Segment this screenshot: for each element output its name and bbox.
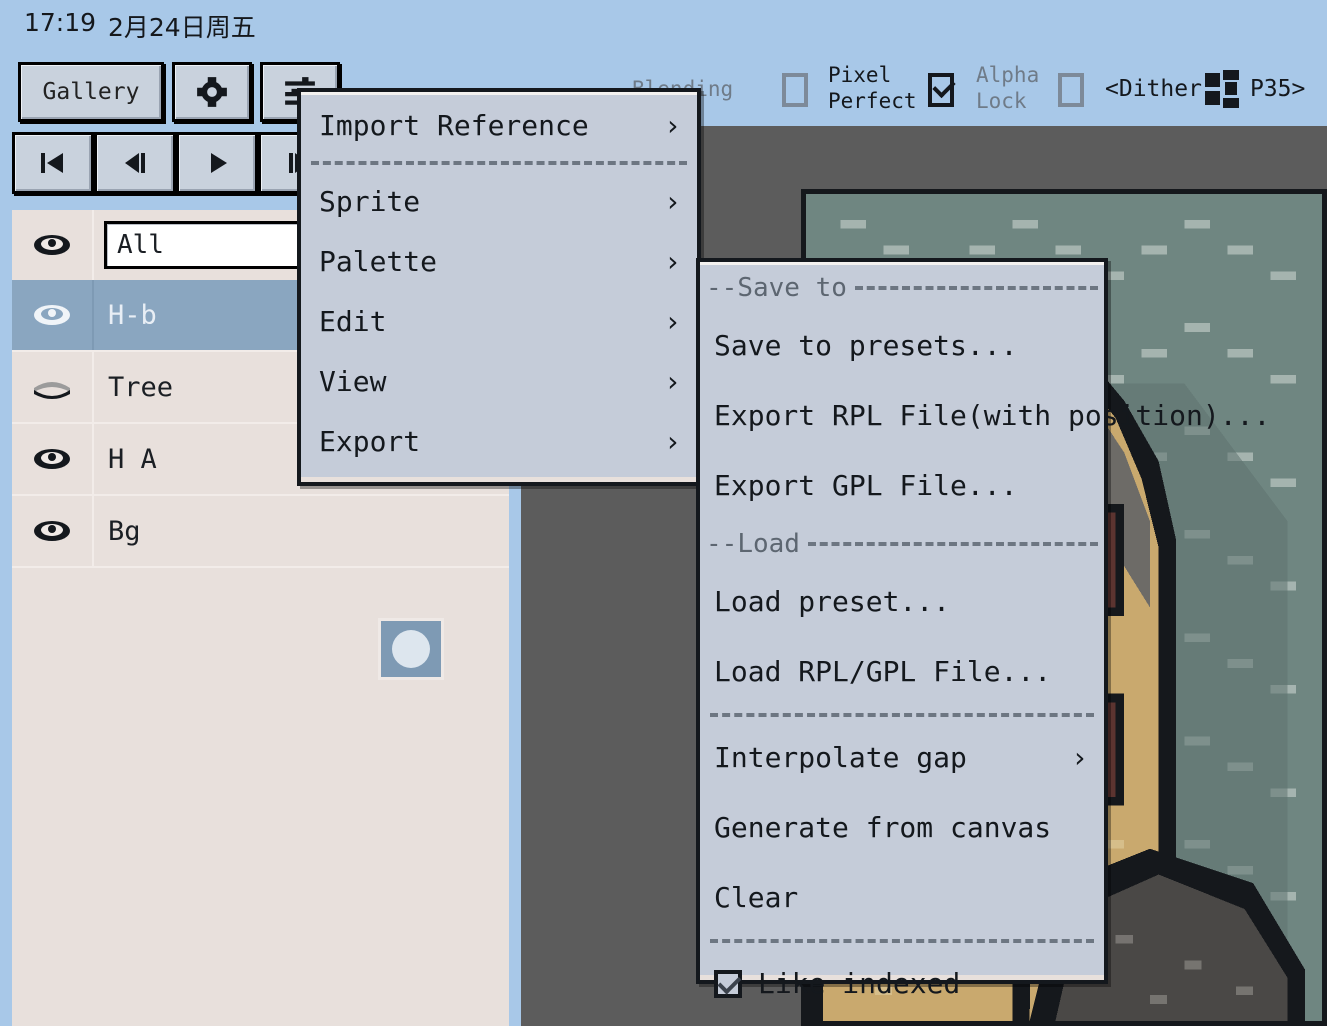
first-frame-button[interactable] (12, 132, 94, 194)
dither-label: Dither (1119, 76, 1202, 102)
menu-item-clear[interactable]: Clear (700, 863, 1104, 933)
chevron-right-icon: › (1071, 737, 1088, 779)
menu-separator (710, 713, 1094, 717)
menu-item-like-indexed[interactable]: Like indexed (700, 949, 1104, 1019)
menu-item-load-preset[interactable]: Load preset... (700, 567, 1104, 637)
menu-section-label: Load (737, 529, 800, 559)
chevron-right-icon: › (664, 365, 681, 398)
status-bar: 17:19 2月24日周五 (0, 0, 1327, 48)
menu-item-label: Interpolate gap (714, 737, 967, 779)
eye-open-icon (30, 518, 74, 544)
menu-separator (311, 161, 687, 165)
status-clock: 17:19 (24, 8, 96, 37)
play-button[interactable] (176, 132, 258, 194)
layer-name: Bg (94, 516, 141, 547)
pixel-perfect-checkbox[interactable] (928, 73, 954, 107)
main-dropdown-menu[interactable]: Import Reference › Sprite › Palette › Ed… (297, 88, 701, 486)
menu-item-export-rpl-file[interactable]: Export RPL File(with position)... (700, 381, 1104, 451)
dither-next-arrow[interactable]: > (1292, 76, 1306, 102)
gallery-button[interactable]: Gallery (18, 62, 164, 122)
eye-closed-icon (30, 374, 74, 400)
status-date: 2月24日周五 (108, 8, 256, 44)
like-indexed-checkbox[interactable] (714, 970, 742, 998)
chevron-right-icon: › (664, 245, 681, 278)
menu-item-label: Generate from canvas (714, 807, 1051, 849)
menu-item-interpolate-gap[interactable]: Interpolate gap › (700, 723, 1104, 793)
chevron-right-icon: › (664, 185, 681, 218)
menu-section-save-to: -- Save to (700, 265, 1104, 311)
menu-section-load: -- Load (700, 521, 1104, 567)
menu-item-import-reference[interactable]: Import Reference › (301, 95, 697, 155)
menu-item-label: Edit (319, 305, 386, 338)
gear-icon (195, 75, 229, 109)
menu-item-save-to-presets[interactable]: Save to presets... (700, 311, 1104, 381)
menu-item-generate-from-canvas[interactable]: Generate from canvas (700, 793, 1104, 863)
palette-submenu[interactable]: -- Save to Save to presets... Export RPL… (696, 258, 1108, 984)
eye-open-icon (30, 232, 74, 258)
menu-item-label: Export RPL File(with position)... (714, 396, 1270, 436)
dither-pattern-icon (1205, 70, 1247, 108)
menu-item-edit[interactable]: Edit › (301, 291, 697, 351)
blending-checkbox[interactable] (782, 73, 808, 107)
menu-item-export[interactable]: Export › (301, 411, 697, 471)
dither-control[interactable]: < Dither P35 > (1105, 70, 1305, 108)
menu-item-label: Load RPL/GPL File... (714, 651, 1051, 693)
dither-prev-arrow[interactable]: < (1105, 76, 1119, 102)
alpha-lock-checkbox[interactable] (1058, 73, 1084, 107)
menu-item-label: Load preset... (714, 581, 950, 623)
menu-item-label: Export (319, 425, 420, 458)
gallery-button-label: Gallery (43, 79, 140, 105)
layer-visibility-toggle[interactable] (12, 496, 94, 566)
menu-item-label: Export GPL File... (714, 465, 1017, 507)
filter-visibility-toggle[interactable] (12, 210, 94, 280)
menu-section-dashes (855, 286, 1098, 290)
layer-row-bg[interactable]: Bg (12, 496, 509, 568)
prev-frame-button[interactable] (94, 132, 176, 194)
layer-filter-value: All (107, 230, 164, 260)
menu-separator (710, 939, 1094, 943)
layer-visibility-toggle[interactable] (12, 424, 94, 494)
chevron-right-icon: › (664, 305, 681, 338)
dither-value: P35 (1250, 76, 1292, 102)
alpha-lock-label-line2: Lock (976, 90, 1027, 112)
menu-item-load-rpl-gpl-file[interactable]: Load RPL/GPL File... (700, 637, 1104, 707)
menu-item-sprite[interactable]: Sprite › (301, 171, 697, 231)
layer-visibility-toggle[interactable] (12, 352, 94, 422)
menu-item-label: Clear (714, 877, 798, 919)
layer-name: H-b (94, 300, 157, 331)
chevron-right-icon: › (664, 425, 681, 458)
layer-visibility-toggle[interactable] (12, 280, 94, 350)
pixel-perfect-label-line2: Perfect (828, 90, 917, 112)
menu-item-view[interactable]: View › (301, 351, 697, 411)
menu-item-label: Import Reference (319, 109, 589, 142)
menu-item-label: Palette (319, 245, 437, 278)
swatch-dot-icon (392, 630, 430, 668)
menu-section-lead: -- (706, 273, 737, 303)
alpha-lock-label-line1: Alpha (976, 64, 1039, 86)
eye-open-icon (30, 302, 74, 328)
menu-item-label: Sprite (319, 185, 420, 218)
menu-item-export-gpl-file[interactable]: Export GPL File... (700, 451, 1104, 521)
menu-section-lead: -- (706, 529, 737, 559)
skip-back-icon (39, 151, 67, 175)
pixel-perfect-label-line1: Pixel (828, 64, 891, 86)
menu-item-label: Save to presets... (714, 325, 1017, 367)
menu-item-palette[interactable]: Palette › (301, 231, 697, 291)
settings-button[interactable] (172, 62, 252, 122)
menu-section-dashes (808, 542, 1098, 546)
menu-item-label: View (319, 365, 386, 398)
menu-section-label: Save to (737, 273, 847, 303)
play-icon (203, 151, 231, 175)
eye-open-icon (30, 446, 74, 472)
layer-color-swatch[interactable] (378, 618, 444, 680)
menu-item-label: Like indexed (758, 963, 960, 1005)
layer-name: Tree (94, 372, 173, 403)
layer-name: H A (94, 444, 157, 475)
step-back-icon (121, 151, 149, 175)
chevron-right-icon: › (664, 109, 681, 142)
